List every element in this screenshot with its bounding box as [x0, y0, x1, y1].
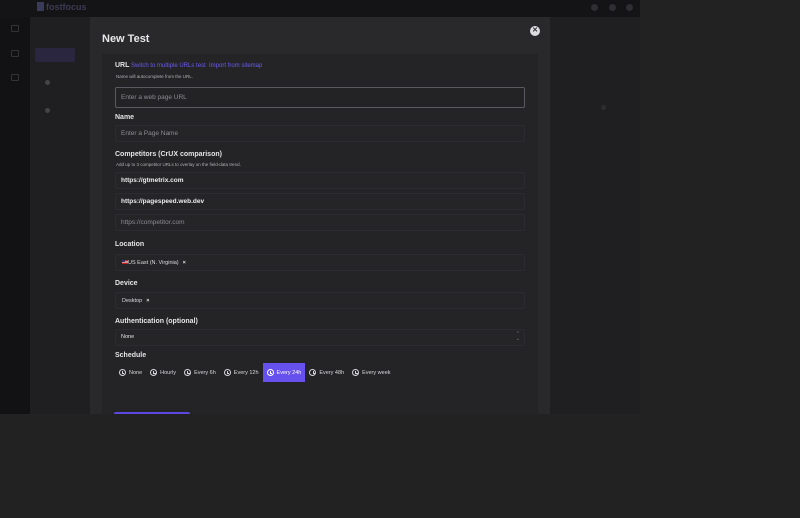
location-label: Location	[115, 241, 145, 248]
select-arrows-icon: ⌃ ⌄	[515, 331, 520, 342]
row-menu-icon[interactable]	[601, 105, 606, 110]
tests-icon	[11, 25, 19, 32]
url-input[interactable]: Enter a web page URL	[115, 87, 525, 108]
settings-icon[interactable]	[609, 4, 616, 11]
device-chip-remove-icon[interactable]: ×	[146, 298, 149, 304]
app-logo: fostfocus	[37, 2, 87, 12]
schedule-option-every-week[interactable]: Every week	[348, 363, 394, 382]
clock-icon	[309, 369, 317, 376]
close-icon: ✕	[532, 27, 538, 34]
row-indicator	[45, 108, 50, 113]
clock-icon	[150, 369, 158, 376]
create-new-button[interactable]	[35, 48, 75, 62]
submit-button[interactable]	[114, 412, 190, 414]
sidebar-item-tests[interactable]	[4, 25, 26, 34]
url-placeholder: Enter a web page URL	[121, 94, 187, 101]
schedule-option-label: Every 6h	[194, 369, 216, 376]
competitor-url-input-2[interactable]: https://pagespeed.web.dev	[115, 193, 525, 210]
clock-icon	[266, 369, 274, 376]
location-chip: US East (N. Virginia) ×	[122, 258, 186, 268]
schedule-option-label: Every 48h	[319, 369, 345, 376]
app-logo-text: fostfocus	[46, 2, 87, 12]
schedule-option-label: Hourly	[160, 369, 177, 376]
alert-icon	[11, 74, 19, 81]
competitor-placeholder: https://competitor.com	[121, 219, 185, 226]
schedule-label: Schedule	[115, 352, 147, 359]
sidebar-item-monitors[interactable]	[4, 50, 26, 59]
modal-body	[102, 54, 538, 414]
competitor-url-input-3[interactable]: https://competitor.com	[115, 214, 525, 231]
schedule-option-every-12h[interactable]: Every 12h	[220, 363, 263, 382]
competitors-hint: Add up to 3 competitor URLs to overlay o…	[116, 162, 241, 167]
import-from-sitemap-link[interactable]: Import from sitemap	[209, 63, 262, 69]
name-label: Name	[115, 114, 135, 121]
sidebar-item-alerts[interactable]	[4, 74, 26, 83]
device-label: Device	[115, 280, 138, 287]
schedule-option-label: Every 12h	[233, 369, 259, 376]
clock-icon	[352, 369, 360, 376]
us-flag-icon	[122, 260, 128, 264]
switch-to-multiple-urls-link[interactable]: Switch to multiple URLs test	[131, 63, 206, 69]
app-topbar: fostfocus	[0, 0, 640, 17]
authentication-label: Authentication (optional)	[115, 318, 198, 325]
schedule-option-hourly[interactable]: Hourly	[146, 363, 180, 382]
device-select[interactable]: Desktop ×	[115, 292, 525, 309]
row-indicator	[45, 80, 50, 85]
url-hint: Name will autocomplete from the URL.	[116, 74, 194, 79]
competitor-url-input-1[interactable]: https://gtmetrix.com	[115, 172, 525, 189]
account-icon[interactable]	[626, 4, 633, 11]
clock-icon	[119, 369, 126, 376]
app-sidebar	[0, 17, 30, 414]
competitors-label: Competitors (CrUX comparison)	[115, 151, 222, 158]
schedule-option-every-24h[interactable]: Every 24h	[262, 363, 306, 382]
monitor-icon	[11, 50, 19, 57]
schedule-option-label: Every week	[362, 369, 391, 376]
url-label: URL	[115, 62, 130, 69]
authentication-selected-value: None	[121, 334, 135, 340]
name-input[interactable]: Enter a Page Name	[115, 125, 525, 142]
location-chip-remove-icon[interactable]: ×	[183, 260, 186, 266]
location-select[interactable]: US East (N. Virginia) ×	[115, 254, 525, 271]
clock-icon	[184, 369, 192, 376]
schedule-option-label: None	[129, 369, 143, 376]
logo-mark-icon	[37, 2, 44, 11]
schedule-option-label: Every 24h	[276, 369, 302, 376]
schedule-option-none[interactable]: None	[115, 363, 146, 382]
notification-icon[interactable]	[591, 4, 598, 11]
modal-title: New Test	[102, 33, 150, 45]
device-chip: Desktop ×	[122, 296, 149, 306]
schedule-option-every-48h[interactable]: Every 48h	[305, 363, 348, 382]
location-chip-label: US East (N. Virginia)	[128, 260, 179, 266]
schedule-options: None Hourly Every 6h Every 12h Every 24h…	[115, 363, 395, 382]
close-button[interactable]: ✕	[530, 26, 540, 36]
authentication-select[interactable]: None ⌃ ⌄	[115, 329, 525, 346]
clock-icon	[223, 369, 231, 376]
device-chip-label: Desktop	[122, 298, 143, 304]
name-placeholder: Enter a Page Name	[121, 130, 179, 137]
schedule-option-every-6h[interactable]: Every 6h	[180, 363, 220, 382]
new-test-modal: New Test ✕ URL Switch to multiple URLs t…	[90, 17, 550, 414]
